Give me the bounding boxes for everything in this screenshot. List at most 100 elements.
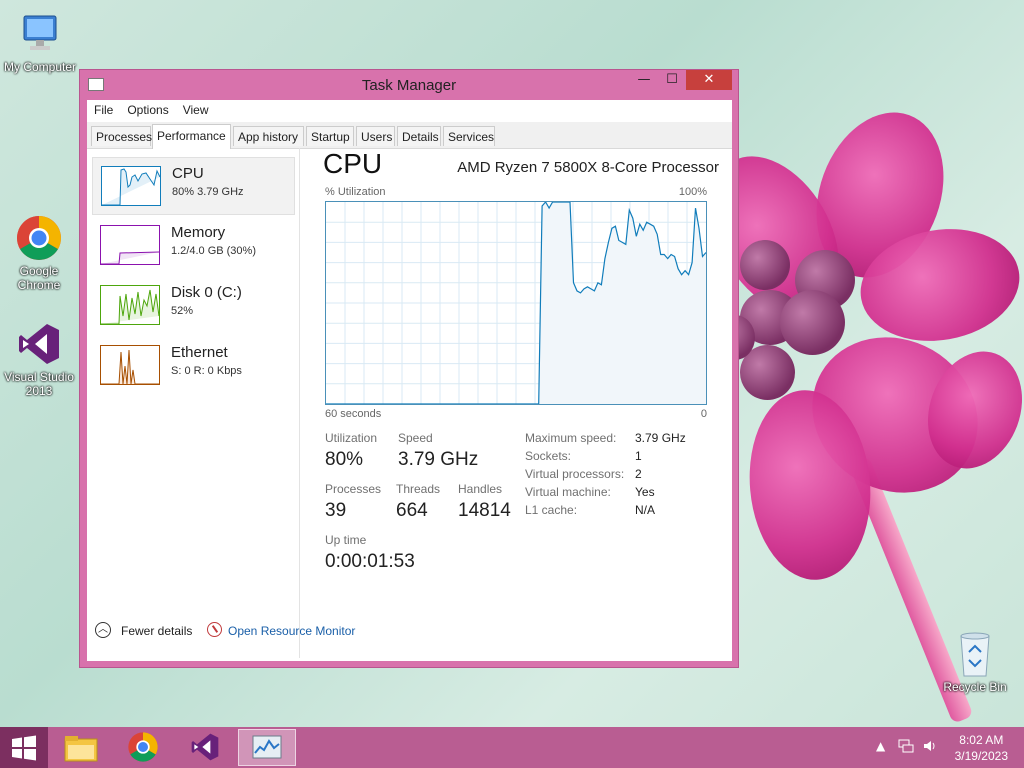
spec-value: N/A <box>635 503 656 517</box>
ethernet-thumbnail-graph <box>100 345 160 385</box>
menu-bar: File Options View <box>87 100 732 120</box>
spec-key: Sockets: <box>525 449 572 463</box>
desktop-icon-google-chrome[interactable]: Google Chrome <box>0 214 79 292</box>
desktop-icon-label: My Computer <box>3 60 77 74</box>
graph-max-label: 100% <box>678 186 707 198</box>
utilization-value: 80% <box>325 449 364 470</box>
graph-label: % Utilization <box>325 186 386 198</box>
resource-name: Disk 0 (C:) <box>171 284 242 301</box>
taskbar-visual-studio[interactable] <box>176 729 234 766</box>
task-manager-icon <box>252 735 282 759</box>
taskbar: ▲ 8:02 AM 3/19/2023 <box>0 727 1024 768</box>
desktop-icon-visual-studio[interactable]: Visual Studio 2013 <box>0 320 79 398</box>
processor-name: AMD Ryzen 7 5800X 8-Core Processor <box>457 159 719 176</box>
clock-date: 3/19/2023 <box>954 749 1008 763</box>
resource-monitor-icon <box>207 622 222 637</box>
start-button[interactable] <box>0 727 48 768</box>
cpu-utilization-graph <box>325 200 707 405</box>
windows-logo-icon <box>12 735 36 761</box>
tab-strip: Processes Performance App history Startu… <box>87 122 732 149</box>
resource-name: CPU <box>172 165 204 182</box>
taskbar-google-chrome[interactable] <box>114 729 172 766</box>
handles-label: Handles <box>458 482 503 496</box>
task-manager-window: Task Manager — ☐ ✕ File Options View Proce… <box>79 69 739 668</box>
menu-options[interactable]: Options <box>120 100 175 117</box>
window-client: File Options View Processes Performance Ap… <box>87 100 732 661</box>
clock[interactable]: 8:02 AM 3/19/2023 <box>955 732 1008 764</box>
disk-thumbnail-graph <box>100 285 160 325</box>
desktop-icon-label: Visual Studio 2013 <box>0 370 79 398</box>
tab-users[interactable]: Users <box>356 126 395 146</box>
tab-startup[interactable]: Startup <box>306 126 354 146</box>
resource-list: CPU 80% 3.79 GHz Memory 1.2/4.0 GB (30%) <box>87 148 300 658</box>
resource-name: Ethernet <box>171 344 228 361</box>
menu-file[interactable]: File <box>87 100 120 117</box>
chrome-icon <box>128 732 158 762</box>
utilization-label: Utilization <box>325 431 378 445</box>
resource-sub: 52% <box>171 305 194 317</box>
maximize-button[interactable]: ☐ <box>658 70 686 90</box>
resource-memory[interactable]: Memory 1.2/4.0 GB (30%) <box>92 217 295 275</box>
wallpaper-flower <box>684 90 1024 724</box>
handles-value: 14814 <box>458 500 511 521</box>
minimize-button[interactable]: — <box>630 70 658 90</box>
tab-performance[interactable]: Performance <box>152 124 231 149</box>
footer: ︿ Fewer details Open Resource Monitor <box>87 622 732 652</box>
spec-key: Maximum speed: <box>525 431 617 445</box>
threads-label: Threads <box>396 482 441 496</box>
resource-cpu[interactable]: CPU 80% 3.79 GHz <box>92 157 295 215</box>
taskbar-file-explorer[interactable] <box>52 729 110 766</box>
resource-ethernet[interactable]: Ethernet S: 0 R: 0 Kbps <box>92 337 295 395</box>
cpu-thumbnail-graph <box>101 166 161 206</box>
resource-sub: 1.2/4.0 GB (30%) <box>171 245 256 257</box>
close-button[interactable]: ✕ <box>686 70 732 90</box>
chevron-up-icon: ︿ <box>95 622 111 638</box>
desktop-icon-label-text: Google Chrome <box>17 264 61 292</box>
resource-sub: S: 0 R: 0 Kbps <box>171 365 242 377</box>
speed-value: 3.79 GHz <box>398 449 479 470</box>
graph-time-left: 60 seconds <box>325 408 382 420</box>
desktop-icon-label: Google Chrome <box>0 264 79 292</box>
menu-view[interactable]: View <box>176 100 216 117</box>
tab-processes[interactable]: Processes <box>91 126 152 146</box>
tab-details[interactable]: Details <box>397 126 441 146</box>
network-icon[interactable] <box>898 739 914 756</box>
uptime-label: Up time <box>325 533 367 547</box>
desktop-icon-label-text: Visual Studio 2013 <box>4 370 74 398</box>
resource-monitor-label: Open Resource Monitor <box>228 624 356 638</box>
desktop-icon-my-computer[interactable]: My Computer <box>0 10 80 74</box>
spec-key: Virtual processors: <box>525 467 625 481</box>
uptime-value: 0:00:01:53 <box>325 551 415 572</box>
resource-disk[interactable]: Disk 0 (C:) 52% <box>92 277 295 335</box>
show-hidden-icons-button[interactable]: ▲ <box>876 739 885 753</box>
computer-icon <box>16 10 64 58</box>
threads-value: 664 <box>396 500 428 521</box>
visual-studio-icon <box>15 320 63 368</box>
processes-label: Processes <box>325 482 382 496</box>
spec-value: 2 <box>635 467 642 481</box>
title-bar[interactable]: Task Manager — ☐ ✕ <box>80 70 738 100</box>
processes-value: 39 <box>325 500 347 521</box>
volume-icon[interactable] <box>922 739 938 756</box>
desktop-icon-label: Recycle Bin <box>943 680 1007 694</box>
chrome-icon <box>15 214 63 262</box>
resource-sub: 80% 3.79 GHz <box>172 186 244 198</box>
spec-value: 3.79 GHz <box>635 431 686 445</box>
fewer-details-label: Fewer details <box>121 624 193 638</box>
tab-app-history[interactable]: App history <box>233 126 304 146</box>
resource-name: Memory <box>171 224 226 241</box>
memory-thumbnail-graph <box>100 225 160 265</box>
recycle-bin-icon <box>955 630 995 678</box>
desktop-icon-recycle-bin[interactable]: Recycle Bin <box>935 630 1015 694</box>
spec-value: Yes <box>635 485 655 499</box>
clock-time: 8:02 AM <box>959 733 1004 747</box>
spec-key: Virtual machine: <box>525 485 611 499</box>
visual-studio-icon <box>191 733 219 761</box>
graph-time-right: 0 <box>700 408 707 420</box>
detail-title: CPU <box>323 148 383 179</box>
tab-services[interactable]: Services <box>443 126 495 146</box>
spec-key: L1 cache: <box>525 503 578 517</box>
taskbar-task-manager[interactable] <box>238 729 296 766</box>
folder-icon <box>64 736 98 762</box>
spec-value: 1 <box>635 449 642 463</box>
